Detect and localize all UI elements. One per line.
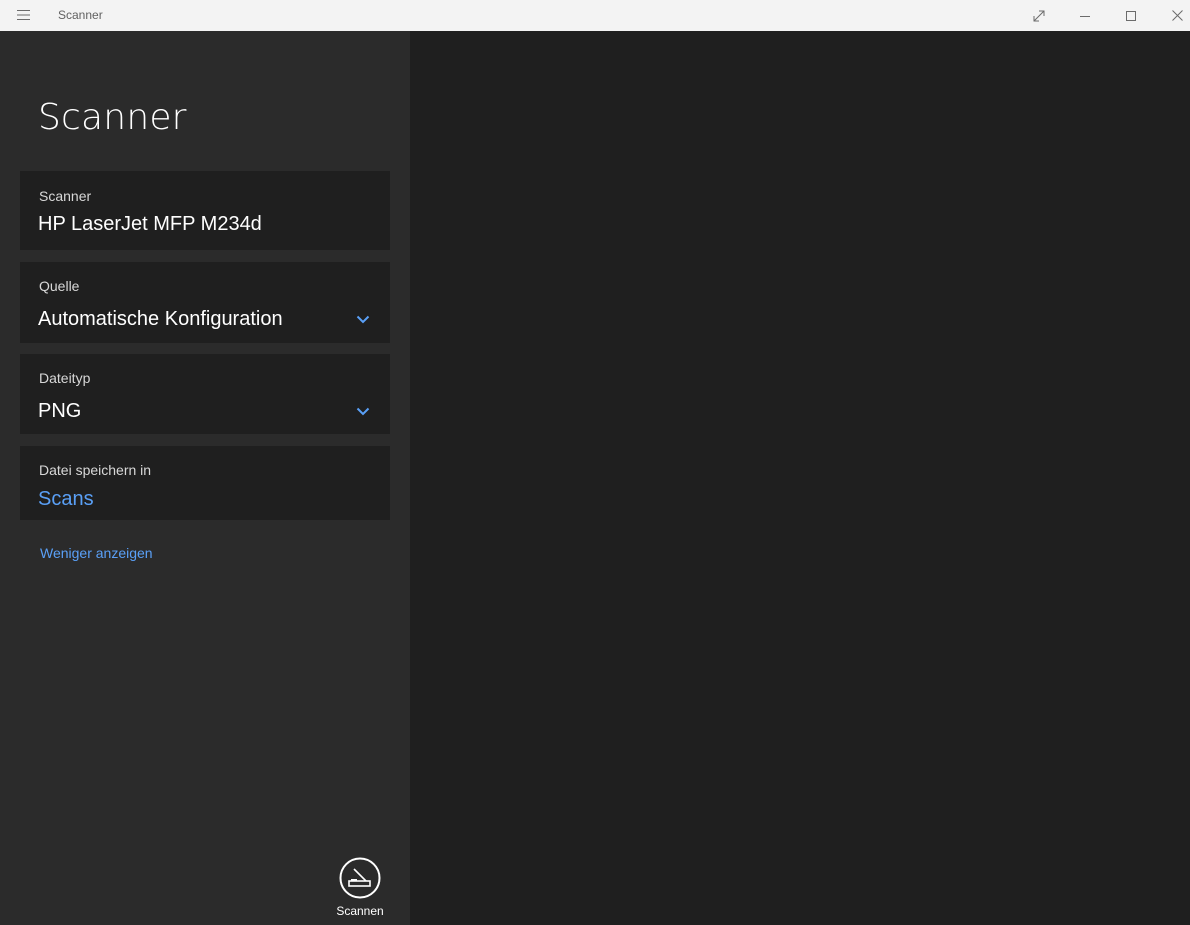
scanner-field-label: Scanner — [39, 188, 92, 204]
close-icon — [1171, 10, 1183, 21]
window-title: Scanner — [58, 8, 103, 22]
chevron-down-icon — [354, 312, 372, 326]
expand-button[interactable] — [1016, 0, 1062, 31]
source-dropdown-label: Quelle — [39, 278, 80, 294]
maximize-icon — [1126, 10, 1136, 21]
chevron-down-icon — [354, 404, 372, 418]
maximize-button[interactable] — [1108, 0, 1154, 31]
minimize-button[interactable] — [1062, 0, 1108, 31]
scan-preview-area — [410, 31, 1190, 925]
scanner-icon — [339, 857, 381, 899]
save-location-link[interactable]: Scans — [38, 488, 94, 511]
hamburger-menu-icon — [16, 10, 30, 20]
title-bar: Scanner — [0, 0, 1190, 31]
filetype-dropdown-value: PNG — [38, 400, 82, 422]
scanner-field[interactable]: Scanner HP LaserJet MFP M234d — [20, 171, 390, 250]
hamburger-menu-button[interactable] — [8, 4, 38, 26]
scan-button[interactable]: Scannen — [330, 857, 390, 923]
source-dropdown[interactable]: Quelle Automatische Konfiguration — [20, 262, 390, 343]
save-location-field: Datei speichern in Scans — [20, 446, 390, 520]
page-title: Scanner — [38, 97, 187, 138]
show-less-link[interactable]: Weniger anzeigen — [40, 545, 153, 561]
filetype-dropdown[interactable]: Dateityp PNG — [20, 354, 390, 434]
minimize-icon — [1080, 15, 1090, 17]
scan-button-label: Scannen — [336, 904, 384, 918]
filetype-dropdown-label: Dateityp — [39, 370, 91, 386]
close-button[interactable] — [1154, 0, 1190, 31]
settings-sidebar: Scanner Scanner HP LaserJet MFP M234d Qu… — [0, 31, 410, 925]
source-dropdown-value: Automatische Konfiguration — [38, 308, 283, 330]
scanner-field-value: HP LaserJet MFP M234d — [38, 213, 262, 235]
expand-icon — [1033, 10, 1045, 21]
save-location-label: Datei speichern in — [39, 462, 152, 478]
